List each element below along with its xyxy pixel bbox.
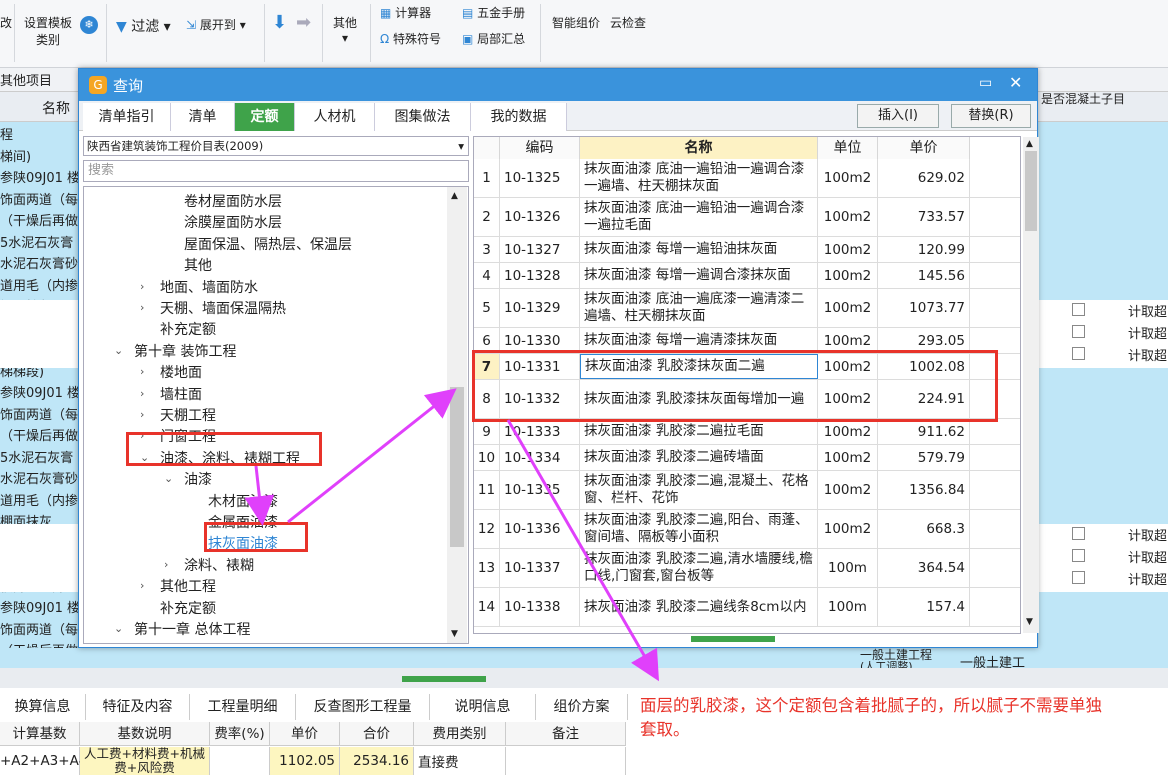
- calc-extra-text: 计取超: [1128, 529, 1168, 544]
- bottom-col-header: 计算基数: [0, 722, 80, 746]
- bottom-cell[interactable]: 直接费: [414, 747, 506, 775]
- concrete-checkbox[interactable]: [1072, 549, 1085, 562]
- concrete-checkbox[interactable]: [1072, 527, 1085, 540]
- bottom-cell[interactable]: +A2+A3+A4: [0, 747, 87, 775]
- calc-extra-text: 计取超: [1128, 551, 1168, 566]
- arrow-to-plaster-node: [244, 465, 275, 526]
- calc-extra-text: 计取超: [1128, 349, 1168, 364]
- bottom-cell[interactable]: 人工费+材料费+机械费+风险费: [80, 747, 210, 775]
- bottom-col-header: 费率(%): [210, 722, 270, 746]
- concrete-checkbox[interactable]: [1072, 571, 1085, 584]
- arrow-to-table: [287, 388, 457, 524]
- bottom-cell[interactable]: [210, 747, 270, 775]
- bottom-col-header: 费用类别: [414, 722, 506, 746]
- bottom-cell[interactable]: 1102.05: [270, 747, 340, 775]
- calc-extra-text: 计取超: [1128, 327, 1168, 342]
- annotation-note: 面层的乳胶漆，这个定额包含着批腻子的，所以腻子不需要单独套取。: [640, 694, 1110, 742]
- bottom-tab[interactable]: 反查图形工程量: [296, 694, 430, 720]
- concrete-checkbox[interactable]: [1072, 303, 1085, 316]
- bottom-cell[interactable]: [506, 747, 626, 775]
- arrow-to-annotation: [506, 419, 660, 682]
- concrete-checkbox[interactable]: [1072, 325, 1085, 338]
- bottom-col-header: 合价: [340, 722, 414, 746]
- bottom-tab[interactable]: 特征及内容: [86, 694, 190, 720]
- calc-extra-text: 计取超: [1128, 305, 1168, 320]
- bottom-col-header: 基数说明: [80, 722, 210, 746]
- bottom-col-header: 单价: [270, 722, 340, 746]
- bottom-tab[interactable]: 工程量明细: [190, 694, 296, 720]
- bottom-col-header: 备注: [506, 722, 626, 746]
- bottom-cell[interactable]: 2534.16: [340, 747, 414, 775]
- bottom-tab[interactable]: 说明信息: [430, 694, 536, 720]
- bottom-tab[interactable]: 组价方案: [536, 694, 628, 720]
- concrete-checkbox[interactable]: [1072, 347, 1085, 360]
- calc-extra-text: 计取超: [1128, 573, 1168, 588]
- bottom-tab[interactable]: 换算信息: [0, 694, 86, 720]
- annotation-arrows: [244, 388, 660, 682]
